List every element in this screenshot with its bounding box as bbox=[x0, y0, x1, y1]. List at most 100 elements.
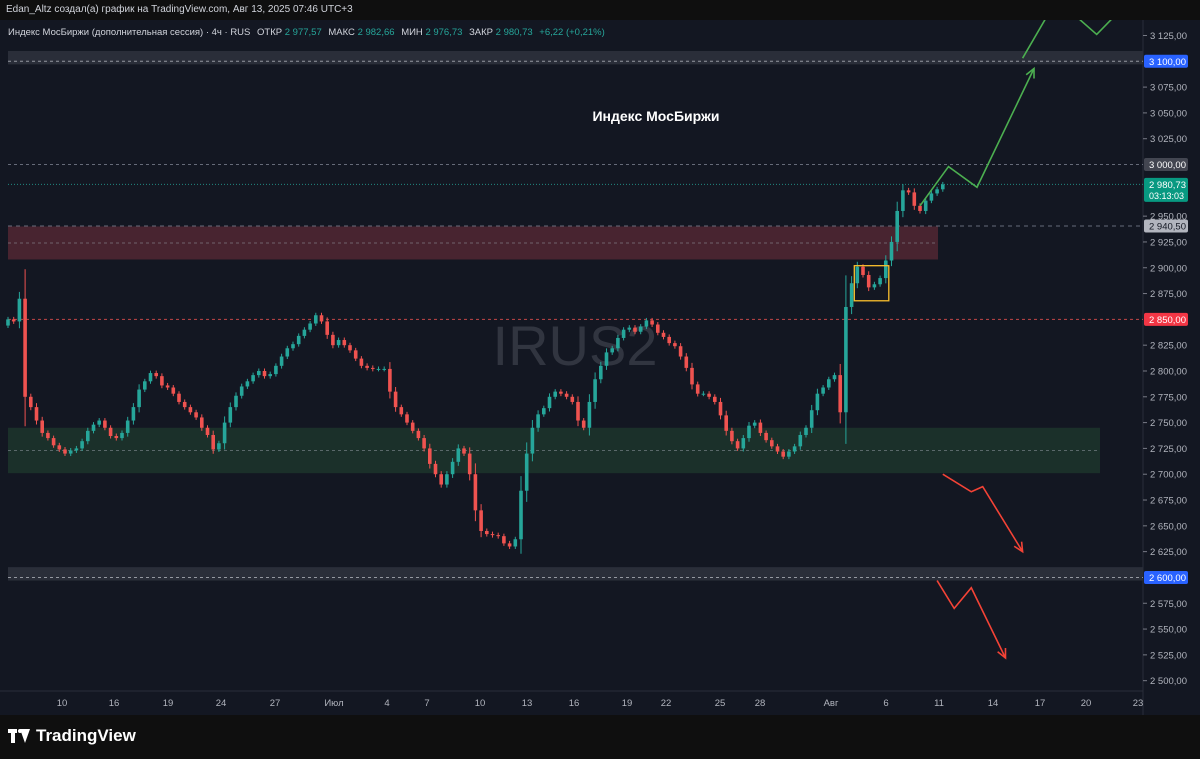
candlestick-chart[interactable]: IRUS2 Индекс МосБиржи 3 125,00 3 075,00 3 … bbox=[0, 0, 1200, 715]
x-tick-label: 6 bbox=[883, 698, 888, 709]
candle-body bbox=[701, 393, 706, 395]
candle-body bbox=[445, 474, 449, 485]
candle-body bbox=[616, 337, 620, 349]
candle-body bbox=[182, 401, 187, 408]
candle-body bbox=[513, 539, 518, 547]
x-tick-label: 13 bbox=[522, 698, 533, 709]
tradingview-logo[interactable]: TradingView bbox=[8, 726, 136, 746]
candle-body bbox=[80, 441, 84, 449]
candle-body bbox=[194, 412, 198, 418]
candle-body bbox=[553, 391, 557, 397]
candle-body bbox=[530, 427, 535, 454]
x-tick-label: 19 bbox=[163, 698, 174, 709]
candle-body bbox=[610, 348, 614, 353]
candle-body bbox=[125, 420, 130, 433]
candle-body bbox=[57, 445, 62, 450]
candle-body bbox=[775, 446, 780, 452]
candle-body bbox=[667, 336, 671, 344]
x-tick-label: 10 bbox=[57, 698, 68, 709]
candle-body bbox=[422, 438, 426, 449]
x-tick-label: 25 bbox=[715, 698, 726, 709]
candle-body bbox=[74, 448, 79, 451]
candle-body bbox=[103, 420, 107, 428]
candle-body bbox=[279, 356, 284, 366]
candle-body bbox=[365, 365, 369, 368]
price-label-text: 3 000,00 bbox=[1149, 160, 1186, 171]
y-tick-label: 2 650,00 bbox=[1150, 521, 1187, 532]
candle-body bbox=[707, 393, 711, 397]
candle-body bbox=[262, 370, 267, 377]
candle-body bbox=[188, 407, 193, 413]
candle-body bbox=[23, 298, 27, 397]
candle-body bbox=[490, 534, 495, 536]
candle-body bbox=[849, 283, 854, 307]
x-tick-label: 16 bbox=[569, 698, 580, 709]
countdown-timer-text: 03:13:03 bbox=[1149, 191, 1184, 201]
candle-body bbox=[200, 417, 204, 428]
price-label-text: 2 600,00 bbox=[1149, 573, 1186, 584]
y-tick-label: 2 775,00 bbox=[1150, 392, 1187, 403]
y-tick-label: 2 750,00 bbox=[1150, 418, 1187, 429]
y-tick-label: 2 675,00 bbox=[1150, 496, 1187, 507]
candle-body bbox=[866, 274, 871, 288]
y-tick-label: 3 050,00 bbox=[1150, 108, 1187, 119]
candle-body bbox=[257, 370, 261, 376]
candle-body bbox=[735, 441, 740, 449]
y-tick-label: 2 900,00 bbox=[1150, 263, 1187, 274]
x-tick-label: 27 bbox=[270, 698, 281, 709]
candle-body bbox=[542, 408, 546, 415]
candle-body bbox=[581, 420, 586, 428]
legend-high-label: МАКС bbox=[328, 27, 355, 38]
x-tick-label: 4 bbox=[384, 698, 389, 709]
candle-body bbox=[872, 284, 877, 288]
y-tick-label: 3 125,00 bbox=[1150, 31, 1187, 42]
candle-body bbox=[661, 332, 666, 337]
candle-body bbox=[889, 241, 894, 261]
candle-body bbox=[781, 451, 785, 457]
legend-low-label: МИН bbox=[401, 27, 423, 38]
x-tick-label: 11 bbox=[934, 698, 944, 709]
candle-body bbox=[17, 298, 22, 322]
y-tick-label: 3 075,00 bbox=[1150, 83, 1187, 94]
y-tick-label: 2 925,00 bbox=[1150, 237, 1187, 248]
x-tick-label: 20 bbox=[1081, 698, 1092, 709]
price-label-teal: 2 980,7303:13:03 bbox=[1144, 177, 1188, 202]
candle-body bbox=[604, 352, 609, 366]
candle-body bbox=[935, 189, 939, 194]
candle-body bbox=[91, 424, 96, 431]
x-tick-label: 22 bbox=[661, 698, 672, 709]
candle-body bbox=[752, 422, 757, 426]
candle-body bbox=[46, 432, 50, 439]
symbol-legend: Индекс МосБиржи (дополнительная сессия) … bbox=[8, 27, 605, 38]
candle-body bbox=[325, 321, 329, 335]
candle-body bbox=[923, 200, 928, 211]
y-tick-label: 2 550,00 bbox=[1150, 625, 1187, 636]
price-label-light: 2 940,50 bbox=[1144, 219, 1188, 233]
candle-body bbox=[906, 190, 911, 193]
candle-body bbox=[673, 343, 677, 347]
candle-body bbox=[29, 396, 33, 408]
candle-body bbox=[764, 432, 768, 441]
candle-body bbox=[627, 327, 632, 330]
candle-body bbox=[690, 367, 694, 385]
candle-body bbox=[353, 350, 358, 359]
candle-body bbox=[388, 368, 392, 392]
candle-body bbox=[855, 266, 860, 284]
x-tick-label: Июл bbox=[324, 698, 343, 709]
legend-change: +6,22 (+0,21%) bbox=[539, 27, 605, 38]
legend-low-value: 2 976,73 bbox=[425, 27, 462, 38]
candle-body bbox=[450, 461, 455, 475]
y-tick-label: 2 575,00 bbox=[1150, 599, 1187, 610]
candle-body bbox=[314, 315, 318, 324]
candle-body bbox=[895, 210, 899, 242]
candle-body bbox=[519, 490, 523, 540]
candle-body bbox=[40, 420, 44, 433]
chart-credit: Edan_Altz создал(а) график на TradingVie… bbox=[0, 0, 1200, 20]
tradingview-logo-icon bbox=[8, 729, 30, 743]
chart-area[interactable]: IRUS2 Индекс МосБиржи 3 125,00 3 075,00 3 … bbox=[0, 0, 1200, 715]
price-label-gray: 3 000,00 bbox=[1144, 158, 1188, 172]
x-tick-label: 7 bbox=[424, 698, 429, 709]
candle-body bbox=[684, 356, 689, 368]
candle-body bbox=[564, 393, 569, 397]
candle-body bbox=[844, 306, 848, 413]
